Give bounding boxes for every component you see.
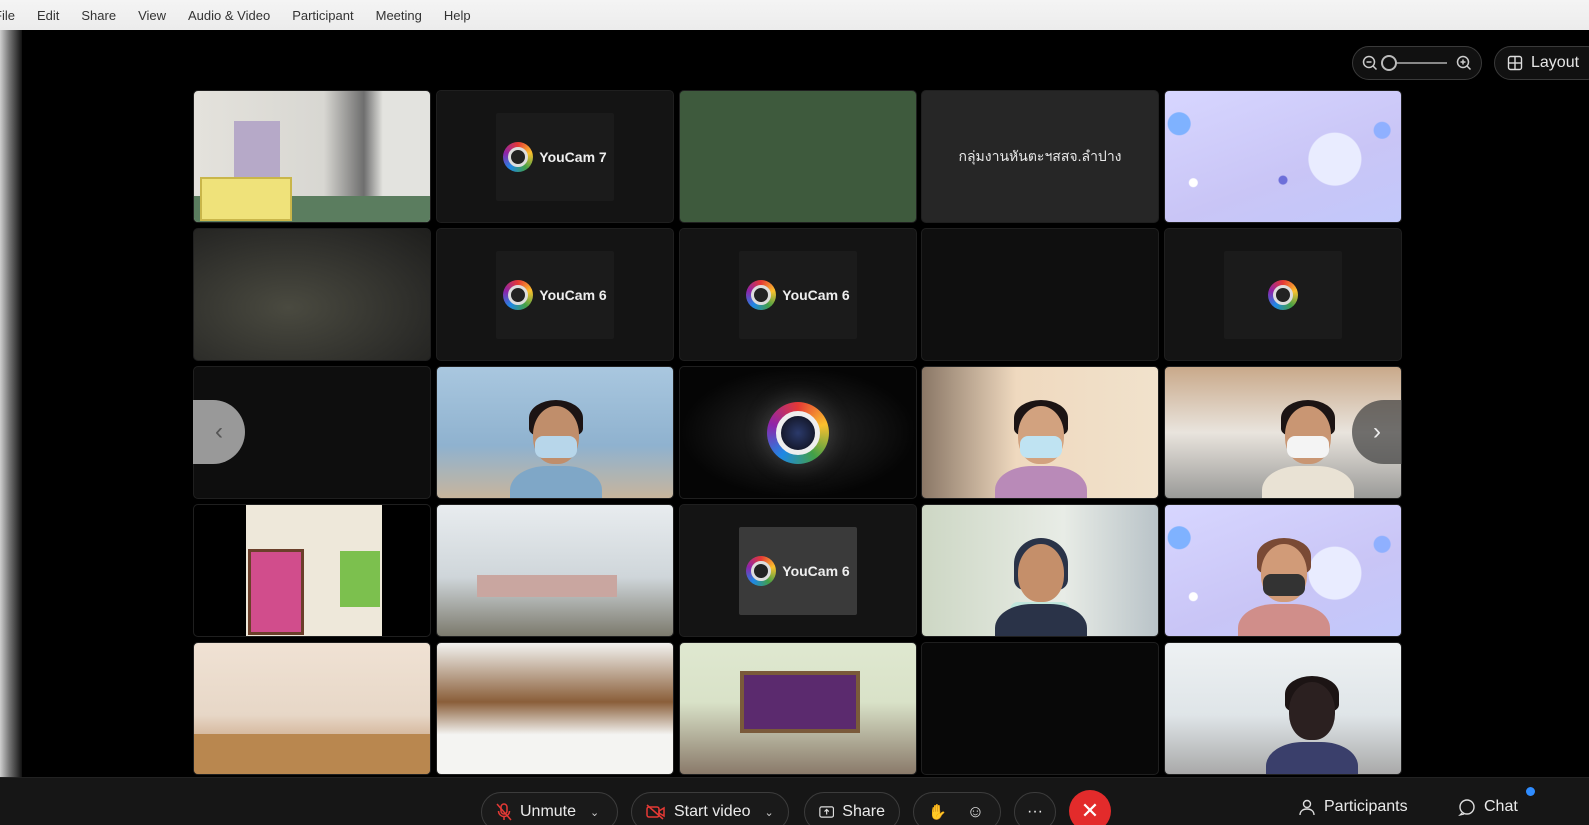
menu-view[interactable]: View [138,8,166,23]
youcam-logo: YouCam 6 [739,250,857,339]
youcam-logo: YouCam 7 [496,112,614,201]
camera-icon [503,279,534,310]
chevron-down-icon[interactable]: ⌄ [764,806,773,819]
zoom-slider-handle[interactable] [1381,55,1397,71]
video-tile[interactable] [679,366,917,499]
video-tile[interactable] [1164,90,1402,223]
camera-icon [1268,279,1298,310]
video-tile[interactable] [436,504,674,637]
share-label: Share [842,803,885,820]
video-tile[interactable] [436,366,674,499]
close-icon: ✕ [1080,798,1100,823]
video-tile[interactable]: YouCam 6 [679,228,917,361]
youcam-logo: YouCam 6 [496,250,614,339]
camera-icon [746,555,777,586]
video-tile[interactable] [193,642,431,775]
camera-icon [503,141,534,172]
video-tile[interactable] [193,228,431,361]
video-off-icon [646,804,665,820]
start-video-button[interactable]: Start video ⌄ [631,792,789,825]
chevron-down-icon[interactable]: ⌄ [590,806,599,819]
video-tile[interactable] [1164,228,1402,361]
tile-banner [740,671,860,733]
camera-icon [746,279,777,310]
youcam-label: YouCam 6 [782,286,850,303]
video-tile[interactable]: กลุ่มงานหันตะฯสสจ.ลำปาง [921,90,1159,223]
video-tile[interactable] [679,90,917,223]
leave-meeting-button[interactable]: ✕ [1069,790,1111,825]
share-button[interactable]: Share [804,792,900,825]
unmute-button[interactable]: Unmute ⌄ [481,792,618,825]
youcam-label: YouCam 6 [782,562,850,579]
tile-table [194,734,430,774]
menu-file[interactable]: File [0,8,15,23]
tile-poster [248,549,304,635]
participant-video [1233,522,1333,636]
participant-video [990,522,1090,636]
participant-name: กลุ่มงานหันตะฯสสจ.ลำปาง [958,147,1122,164]
video-tile[interactable] [436,642,674,775]
youcam-label: YouCam 6 [539,286,607,303]
chat-bubble-icon [1458,799,1475,816]
participants-button[interactable]: Participants [1298,798,1408,816]
muted-microphone-icon [496,803,512,821]
participants-label: Participants [1324,798,1408,815]
window-edge [0,30,22,825]
menu-help[interactable]: Help [444,8,471,23]
unmute-label: Unmute [520,803,577,820]
youcam-logo [1224,250,1342,339]
chat-button[interactable]: Chat [1458,798,1518,816]
tile-background [1165,91,1401,222]
participant-video [990,384,1090,498]
reactions-group: ✋ ☺ [913,792,1001,825]
camera-icon [767,401,829,464]
grid-layout-icon [1507,55,1523,71]
video-tile[interactable] [679,642,917,775]
video-tile[interactable]: YouCam 6 [679,504,917,637]
tile-windows [477,575,617,597]
video-tile[interactable] [1164,642,1402,775]
menu-meeting[interactable]: Meeting [376,8,422,23]
person-icon [1299,799,1315,816]
video-tile[interactable] [1164,504,1402,637]
menu-edit[interactable]: Edit [37,8,59,23]
zoom-out-icon[interactable] [1362,55,1378,71]
video-tile[interactable] [193,504,431,637]
tile-poster [340,551,380,607]
youcam-label: YouCam 7 [539,148,607,165]
video-tile[interactable] [921,642,1159,775]
tile-cabinet [200,177,292,221]
menu-bar: File Edit Share View Audio & Video Parti… [0,0,1589,30]
chat-label: Chat [1484,798,1518,815]
video-tile[interactable]: YouCam 7 [436,90,674,223]
participant-video [1257,384,1357,498]
meeting-toolbar: Unmute ⌄ Start video ⌄ Share ✋ ☺ ··· ✕ P… [0,777,1589,825]
video-tile[interactable] [193,90,431,223]
participant-video [1261,660,1361,774]
menu-share[interactable]: Share [81,8,116,23]
reactions-icon[interactable]: ☺ [967,802,984,822]
raise-hand-icon[interactable]: ✋ [928,803,947,821]
video-tile[interactable]: YouCam 6 [436,228,674,361]
video-tile[interactable] [921,228,1159,361]
menu-participant[interactable]: Participant [292,8,353,23]
zoom-in-icon[interactable] [1456,55,1472,71]
participant-video [505,384,605,498]
zoom-slider[interactable] [1381,55,1447,71]
share-screen-icon [819,806,835,818]
start-video-label: Start video [674,803,751,820]
layout-button[interactable]: Layout [1494,46,1589,80]
menu-audio-video[interactable]: Audio & Video [188,8,270,23]
youcam-logo: YouCam 6 [739,526,857,615]
video-tile[interactable] [921,366,1159,499]
more-options-label: ··· [1027,803,1043,820]
more-options-button[interactable]: ··· [1014,792,1056,825]
chevron-left-icon: ‹ [215,418,223,445]
zoom-control[interactable] [1352,46,1482,80]
video-tile[interactable] [921,504,1159,637]
layout-label: Layout [1531,54,1580,71]
notification-dot [1526,787,1535,796]
tile-shelf [234,121,280,177]
chevron-right-icon: › [1373,418,1381,445]
